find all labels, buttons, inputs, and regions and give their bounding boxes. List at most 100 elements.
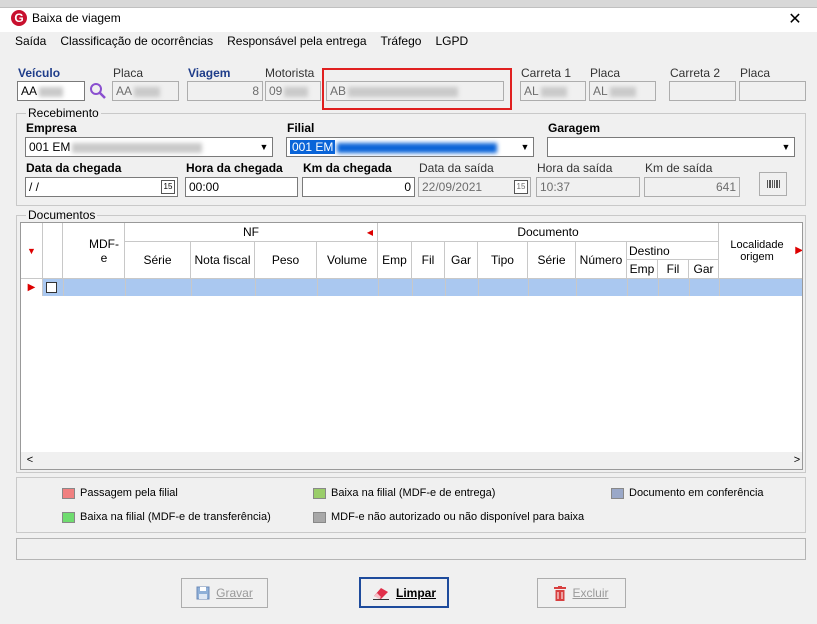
header-doc-fil[interactable]: Fil	[412, 242, 445, 279]
header-localidade[interactable]: Localidade origem ▶	[719, 223, 802, 279]
legend-passagem: Passagem pela filial	[80, 487, 178, 499]
scroll-left-icon[interactable]: <	[23, 452, 37, 469]
documentos-group-label: Documentos	[26, 208, 98, 222]
garagem-label: Garagem	[548, 121, 601, 135]
header-destino-emp[interactable]: Emp	[627, 260, 658, 279]
menu-lgpd[interactable]: LGPD	[428, 32, 475, 52]
hora-chegada-field[interactable]: 00:00	[185, 177, 298, 197]
filial-combo[interactable]: 001 EM ▼	[286, 137, 534, 157]
recebimento-group-label: Recebimento	[26, 106, 101, 120]
legend-nao-autorizado: MDF-e não autorizado ou não disponível p…	[331, 511, 585, 523]
placa-value: AA	[116, 84, 133, 98]
eraser-icon	[372, 587, 389, 600]
header-peso[interactable]: Peso	[255, 242, 317, 279]
taskbar-strip	[0, 0, 817, 8]
barcode-icon	[767, 180, 780, 188]
garagem-combo[interactable]: ▼	[547, 137, 795, 157]
chevron-down-icon[interactable]: ▼	[517, 138, 533, 156]
placa-field: AA	[112, 81, 179, 101]
search-icon[interactable]	[89, 82, 107, 100]
km-chegada-label: Km da chegada	[303, 161, 392, 175]
veiculo-value: AA	[21, 84, 38, 98]
row-gridlines	[63, 279, 720, 296]
legend-panel	[16, 477, 806, 533]
placa2-label: Placa	[590, 66, 621, 80]
hora-saida-label: Hora da saída	[537, 161, 613, 175]
scroll-right-icon[interactable]: >	[790, 452, 802, 469]
legend-swatch-transferencia	[62, 512, 75, 523]
highlight-box	[322, 68, 512, 110]
header-volume[interactable]: Volume	[317, 242, 378, 279]
header-doc-tipo[interactable]: Tipo	[478, 242, 528, 279]
hora-chegada-label: Hora da chegada	[186, 161, 283, 175]
header-localidade-label: Localidade origem	[730, 238, 784, 263]
header-nf: NF ◀	[125, 223, 378, 242]
filial-value: 001 EM	[290, 140, 336, 154]
header-mdfe[interactable]: MDF-e▶	[63, 223, 137, 279]
veiculo-field[interactable]: AA	[17, 81, 85, 101]
close-icon[interactable]: ✕	[786, 9, 804, 29]
limpar-button[interactable]: Limpar	[359, 577, 449, 608]
excluir-button[interactable]: Excluir	[537, 578, 626, 608]
status-bar	[16, 538, 806, 560]
legend-swatch-entrega	[313, 488, 326, 499]
legend-swatch-conferencia	[611, 488, 624, 499]
data-chegada-value: / /	[29, 180, 40, 194]
legend-transferencia: Baixa na filial (MDF-e de transferência)	[80, 511, 271, 523]
horizontal-scrollbar[interactable]: < >	[21, 452, 802, 469]
title-bar	[0, 8, 817, 32]
km-saida-label: Km de saída	[645, 161, 713, 175]
placa2-value: AL	[593, 84, 608, 98]
menu-saida[interactable]: Saída	[8, 32, 53, 52]
data-saida-value: 22/09/2021	[422, 180, 483, 194]
window-title: Baixa de viagem	[32, 11, 121, 25]
legend-entrega: Baixa na filial (MDF-e de entrega)	[331, 487, 496, 499]
collapse-arrow-icon[interactable]: ◀	[367, 228, 373, 237]
barcode-button[interactable]	[759, 172, 787, 196]
menu-bar: Saída Classificação de ocorrências Respo…	[8, 32, 475, 52]
data-chegada-label: Data da chegada	[26, 161, 122, 175]
header-doc-numero[interactable]: Número	[576, 242, 627, 279]
data-chegada-field[interactable]: / / 15	[25, 177, 178, 197]
viagem-field: 8	[187, 81, 263, 101]
header-doc-gar[interactable]: Gar	[445, 242, 478, 279]
header-doc-emp[interactable]: Emp	[378, 242, 412, 279]
header-mdfe-label: MDF-e	[89, 236, 119, 265]
placa3-label: Placa	[740, 66, 771, 80]
header-nf-serie[interactable]: Série	[125, 242, 191, 279]
carreta2-label: Carreta 2	[670, 66, 721, 80]
filial-label: Filial	[287, 121, 315, 135]
chevron-down-icon[interactable]: ▼	[778, 138, 794, 156]
gravar-label: Gravar	[216, 586, 253, 600]
header-doc-serie[interactable]: Série	[528, 242, 576, 279]
km-chegada-field[interactable]: 0	[302, 177, 415, 197]
motorista-code-field: 09	[265, 81, 321, 101]
placa-label: Placa	[113, 66, 144, 80]
grid-sort-header[interactable]: ▼	[21, 223, 43, 279]
legend-conferencia: Documento em conferência	[629, 487, 764, 499]
chevron-down-icon[interactable]: ▼	[256, 138, 272, 156]
gravar-button[interactable]: Gravar	[181, 578, 268, 608]
carreta1-value: AL	[524, 84, 539, 98]
calendar-icon[interactable]: 15	[161, 180, 175, 194]
header-destino-fil[interactable]: Fil	[658, 260, 689, 279]
app-logo-icon: G	[11, 10, 27, 26]
hora-saida-field: 10:37	[536, 177, 640, 197]
excluir-label: Excluir	[572, 586, 609, 600]
placa2-field: AL	[589, 81, 656, 101]
legend-swatch-nao-autorizado	[313, 512, 326, 523]
header-destino-gar[interactable]: Gar	[689, 260, 719, 279]
veiculo-label: Veículo	[18, 66, 61, 80]
menu-trafego[interactable]: Tráfego	[374, 32, 429, 52]
carreta1-label: Carreta 1	[521, 66, 572, 80]
empresa-combo[interactable]: 001 EM ▼	[25, 137, 273, 157]
placa3-field	[739, 81, 806, 101]
header-nota-fiscal[interactable]: Nota fiscal	[191, 242, 255, 279]
motorista-label: Motorista	[265, 66, 315, 80]
expand-arrow-icon[interactable]: ▶	[795, 245, 802, 256]
viagem-label: Viagem	[188, 66, 231, 80]
documents-grid[interactable]: ▼ MDF-e▶ NF◀ Série Nota fiscal Peso Volu…	[20, 222, 803, 470]
menu-classificacao[interactable]: Classificação de ocorrências	[53, 32, 220, 52]
grid-check-header[interactable]	[43, 223, 63, 279]
menu-responsavel[interactable]: Responsável pela entrega	[220, 32, 373, 52]
